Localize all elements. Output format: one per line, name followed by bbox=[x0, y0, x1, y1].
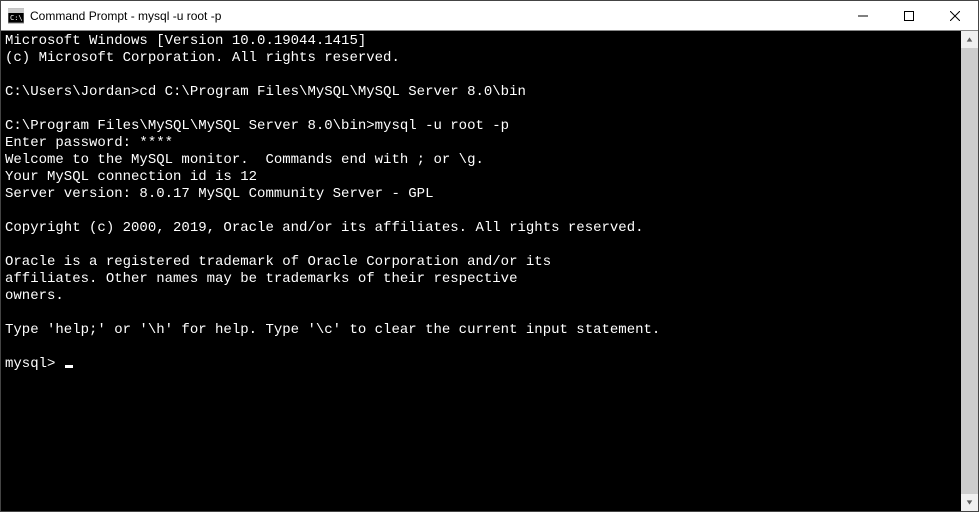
terminal-line bbox=[5, 101, 961, 118]
terminal-line bbox=[5, 339, 961, 356]
cmd-icon: C:\ bbox=[8, 8, 24, 24]
terminal-line: Microsoft Windows [Version 10.0.19044.14… bbox=[5, 33, 961, 50]
scroll-up-button[interactable] bbox=[961, 31, 978, 48]
terminal-line: Enter password: **** bbox=[5, 135, 961, 152]
terminal-line bbox=[5, 203, 961, 220]
terminal-output[interactable]: Microsoft Windows [Version 10.0.19044.14… bbox=[1, 31, 961, 511]
cursor bbox=[65, 365, 73, 368]
terminal-line: Welcome to the MySQL monitor. Commands e… bbox=[5, 152, 961, 169]
scroll-down-button[interactable] bbox=[961, 494, 978, 511]
content-wrap: Microsoft Windows [Version 10.0.19044.14… bbox=[1, 31, 978, 511]
maximize-button[interactable] bbox=[886, 1, 932, 30]
minimize-button[interactable] bbox=[840, 1, 886, 30]
terminal-line: owners. bbox=[5, 288, 961, 305]
terminal-line: affiliates. Other names may be trademark… bbox=[5, 271, 961, 288]
mysql-prompt: mysql> bbox=[5, 356, 64, 372]
window-controls bbox=[840, 1, 978, 30]
terminal-line: C:\Users\Jordan>cd C:\Program Files\MySQ… bbox=[5, 84, 961, 101]
terminal-line: Server version: 8.0.17 MySQL Community S… bbox=[5, 186, 961, 203]
terminal-line bbox=[5, 67, 961, 84]
svg-text:C:\: C:\ bbox=[10, 14, 23, 22]
terminal-prompt-line[interactable]: mysql> bbox=[5, 356, 961, 373]
terminal-line bbox=[5, 305, 961, 322]
titlebar[interactable]: C:\ Command Prompt - mysql -u root -p bbox=[1, 1, 978, 31]
close-button[interactable] bbox=[932, 1, 978, 30]
scroll-thumb[interactable] bbox=[961, 48, 978, 494]
scroll-track[interactable] bbox=[961, 48, 978, 494]
terminal-line: Type 'help;' or '\h' for help. Type '\c'… bbox=[5, 322, 961, 339]
command-prompt-window: C:\ Command Prompt - mysql -u root -p Mi… bbox=[0, 0, 979, 512]
terminal-line bbox=[5, 237, 961, 254]
terminal-line: (c) Microsoft Corporation. All rights re… bbox=[5, 50, 961, 67]
terminal-line: Your MySQL connection id is 12 bbox=[5, 169, 961, 186]
vertical-scrollbar[interactable] bbox=[961, 31, 978, 511]
terminal-line: C:\Program Files\MySQL\MySQL Server 8.0\… bbox=[5, 118, 961, 135]
terminal-line: Oracle is a registered trademark of Orac… bbox=[5, 254, 961, 271]
window-title: Command Prompt - mysql -u root -p bbox=[30, 9, 840, 23]
terminal-line: Copyright (c) 2000, 2019, Oracle and/or … bbox=[5, 220, 961, 237]
